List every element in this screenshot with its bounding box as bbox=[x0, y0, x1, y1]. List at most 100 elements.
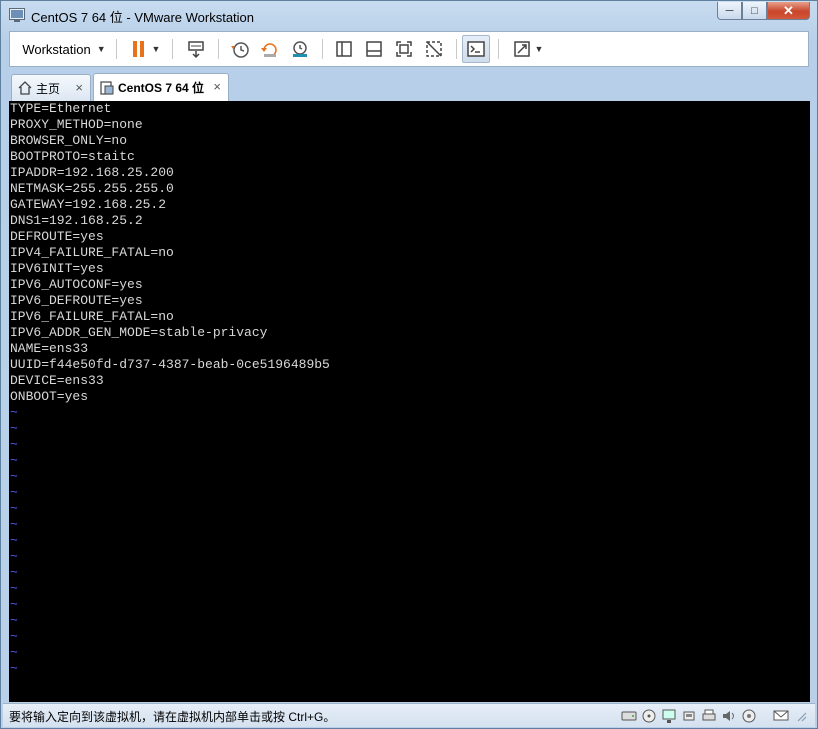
console-line: IPV6_DEFROUTE=yes bbox=[10, 293, 143, 308]
vmware-app-icon bbox=[9, 8, 25, 22]
console-line: IPADDR=192.168.25.200 bbox=[10, 165, 174, 180]
status-bar: 要将输入定向到该虚拟机，请在虚拟机内部单击或按 Ctrl+G。 bbox=[3, 703, 815, 727]
console-line: TYPE=Ethernet bbox=[10, 101, 112, 116]
tab-bar: 主页 × CentOS 7 64 位 × bbox=[9, 71, 809, 101]
console-line: BOOTPROTO=staitc bbox=[10, 149, 135, 164]
vim-empty-line-marker: ~ bbox=[10, 661, 18, 676]
unity-button[interactable] bbox=[420, 32, 448, 66]
vim-empty-line-marker: ~ bbox=[10, 597, 18, 612]
tab-centos-vm-label: CentOS 7 64 位 bbox=[118, 81, 205, 95]
vim-empty-line-marker: ~ bbox=[10, 469, 18, 484]
toolbar-separator bbox=[322, 39, 323, 59]
chevron-down-icon: ▼ bbox=[96, 44, 106, 54]
console-line: IPV4_FAILURE_FATAL=no bbox=[10, 245, 174, 260]
single-window-icon bbox=[366, 41, 382, 57]
single-window-button[interactable] bbox=[360, 32, 388, 66]
tab-home-label: 主页 bbox=[36, 81, 61, 96]
console-line: UUID=f44e50fd-d737-4387-beab-0ce5196489b… bbox=[10, 357, 330, 372]
vim-empty-line-marker: ~ bbox=[10, 581, 18, 596]
pause-icon bbox=[132, 41, 144, 57]
tab-close-button[interactable]: × bbox=[213, 79, 221, 94]
sound-icon[interactable] bbox=[721, 708, 737, 724]
console-line: GATEWAY=192.168.25.2 bbox=[10, 197, 167, 212]
resize-grip-icon[interactable] bbox=[793, 708, 809, 724]
stretch-icon bbox=[513, 41, 530, 57]
toolbar-separator bbox=[456, 39, 457, 59]
vm-icon bbox=[100, 80, 114, 95]
message-icon[interactable] bbox=[773, 708, 789, 724]
console-text: TYPE=Ethernet PROXY_METHOD=none BROWSER_ON… bbox=[9, 101, 810, 677]
chevron-down-icon: ▼ bbox=[534, 44, 544, 54]
power-pause-button[interactable]: ▼ bbox=[122, 32, 166, 66]
vim-empty-line-marker: ~ bbox=[10, 629, 18, 644]
printer-icon[interactable] bbox=[701, 708, 717, 724]
toolbar-separator bbox=[218, 39, 219, 59]
window-title: CentOS 7 64 位 - VMware Workstation bbox=[31, 10, 255, 25]
vim-empty-line-marker: ~ bbox=[10, 549, 18, 564]
vim-empty-line-marker: ~ bbox=[10, 501, 18, 516]
toolbar-separator bbox=[172, 39, 173, 59]
fullscreen-icon bbox=[396, 41, 412, 57]
tab-centos-vm[interactable]: CentOS 7 64 位 × bbox=[93, 73, 229, 101]
stretch-guest-button[interactable]: ▼ bbox=[506, 32, 548, 66]
take-snapshot-button[interactable] bbox=[226, 32, 254, 66]
status-message: 要将输入定向到该虚拟机，请在虚拟机内部单击或按 Ctrl+G。 bbox=[9, 710, 336, 724]
console-line: PROXY_METHOD=none bbox=[10, 117, 143, 132]
console-line: IPV6INIT=yes bbox=[10, 261, 104, 276]
send-ctrl-alt-del-icon bbox=[188, 41, 204, 59]
chevron-down-icon: ▼ bbox=[151, 44, 161, 54]
console-line: IPV6_AUTOCONF=yes bbox=[10, 277, 143, 292]
toolbar: Workstation ▼ ▼ ▼ bbox=[9, 31, 809, 67]
vim-empty-line-marker: ~ bbox=[10, 453, 18, 468]
home-icon bbox=[18, 81, 32, 95]
workstation-menu[interactable]: Workstation ▼ bbox=[18, 32, 110, 66]
vmware-window: CentOS 7 64 位 - VMware Workstation ─ □ ✕… bbox=[0, 0, 818, 729]
vim-empty-line-marker: ~ bbox=[10, 421, 18, 436]
console-line: DNS1=192.168.25.2 bbox=[10, 213, 143, 228]
fullscreen-button[interactable] bbox=[390, 32, 418, 66]
vim-empty-line-marker: ~ bbox=[10, 533, 18, 548]
close-button[interactable]: ✕ bbox=[767, 2, 810, 20]
usb-icon[interactable] bbox=[681, 708, 697, 724]
console-line: DEFROUTE=yes bbox=[10, 229, 104, 244]
vm-console[interactable]: TYPE=Ethernet PROXY_METHOD=none BROWSER_ON… bbox=[9, 101, 810, 702]
console-line: IPV6_ADDR_GEN_MODE=stable-privacy bbox=[10, 325, 268, 340]
workstation-menu-label: Workstation bbox=[22, 41, 91, 57]
console-line: IPV6_FAILURE_FATAL=no bbox=[10, 309, 174, 324]
library-view-icon bbox=[336, 41, 352, 57]
toolbar-separator bbox=[498, 39, 499, 59]
snapshot-icon bbox=[231, 42, 249, 58]
hard-disk-icon[interactable] bbox=[621, 708, 637, 724]
display-icon[interactable] bbox=[741, 708, 757, 724]
title-bar[interactable]: CentOS 7 64 位 - VMware Workstation ─ □ ✕ bbox=[1, 1, 817, 31]
vim-empty-line-marker: ~ bbox=[10, 437, 18, 452]
vim-empty-line-marker: ~ bbox=[10, 645, 18, 660]
tab-home[interactable]: 主页 × bbox=[11, 74, 91, 101]
console-line: NETMASK=255.255.255.0 bbox=[10, 181, 174, 196]
vim-empty-line-marker: ~ bbox=[10, 517, 18, 532]
vim-empty-line-marker: ~ bbox=[10, 613, 18, 628]
device-status-icons bbox=[617, 706, 809, 726]
snapshot-manager-button[interactable] bbox=[286, 32, 314, 66]
console-line: BROWSER_ONLY=no bbox=[10, 133, 128, 148]
vim-empty-line-marker: ~ bbox=[10, 485, 18, 500]
console-line: ONBOOT=yes bbox=[10, 389, 89, 404]
console-view-button[interactable] bbox=[462, 35, 490, 63]
revert-snapshot-button[interactable] bbox=[256, 32, 284, 66]
snapshot-manager-icon bbox=[293, 41, 307, 57]
console-view-icon bbox=[467, 41, 485, 57]
console-line: NAME=ens33 bbox=[10, 341, 89, 356]
console-line: DEVICE=ens33 bbox=[10, 373, 104, 388]
toolbar-separator bbox=[116, 39, 117, 59]
minimize-button[interactable]: ─ bbox=[717, 2, 742, 20]
cd-drive-icon[interactable] bbox=[641, 708, 657, 724]
vim-empty-line-marker: ~ bbox=[10, 405, 18, 420]
window-controls: ─ □ ✕ bbox=[717, 2, 810, 21]
network-icon[interactable] bbox=[661, 708, 677, 724]
maximize-button[interactable]: □ bbox=[742, 2, 767, 20]
tab-close-button[interactable]: × bbox=[75, 80, 83, 95]
library-view-button[interactable] bbox=[330, 32, 358, 66]
revert-snapshot-icon bbox=[261, 43, 277, 57]
send-ctrl-alt-del-button[interactable] bbox=[182, 32, 210, 66]
vim-empty-line-marker: ~ bbox=[10, 565, 18, 580]
